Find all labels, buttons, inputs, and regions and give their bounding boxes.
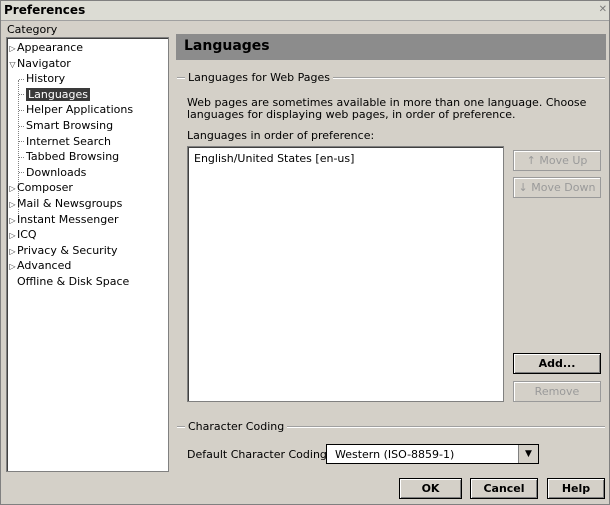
add-button[interactable]: Add... <box>513 353 601 374</box>
tree-item-label: Advanced <box>17 259 72 273</box>
order-label: Languages in order of preference: <box>187 129 375 142</box>
list-item[interactable]: English/United States [en-us] <box>194 152 354 165</box>
tree-connector <box>19 109 24 111</box>
tree-item[interactable]: History <box>19 71 65 86</box>
cancel-button[interactable]: Cancel <box>470 478 538 499</box>
expand-arrow-icon[interactable]: ▷ <box>8 213 17 228</box>
languages-list[interactable]: English/United States [en-us] <box>187 146 504 402</box>
tree-item-label: Downloads <box>26 165 87 179</box>
tree-item-label: Appearance <box>17 41 84 54</box>
expand-arrow-icon[interactable]: ▷ <box>8 197 17 212</box>
move-up-button[interactable]: ↑ Move Up <box>513 150 601 171</box>
remove-button[interactable]: Remove <box>513 381 601 402</box>
tree-item[interactable]: Offline & Disk Space <box>8 274 129 289</box>
tree-item[interactable]: ▽Navigator <box>8 56 71 72</box>
tree-item-label: Instant Messenger <box>17 212 119 226</box>
tree-item[interactable]: ▷ICQ <box>8 227 37 243</box>
category-label: Category <box>7 23 58 36</box>
tree-connector <box>19 125 24 127</box>
tree-item-label: Composer <box>17 181 73 195</box>
chevron-down-icon[interactable]: ▼ <box>518 445 538 463</box>
expand-arrow-icon[interactable]: ▷ <box>8 181 17 196</box>
move-down-button[interactable]: ↓ Move Down <box>513 177 601 198</box>
panel-title: Languages <box>184 38 270 54</box>
collapse-arrow-icon[interactable]: ▽ <box>8 57 17 72</box>
tree-connector <box>19 78 24 80</box>
tree-item-label: Internet Search <box>26 134 111 148</box>
tree-item-label: Offline & Disk Space <box>17 275 130 288</box>
tree-item[interactable]: Internet Search <box>19 134 111 149</box>
coding-group-label: Character Coding <box>185 420 288 433</box>
tree-item-label: Helper Applications <box>26 103 134 117</box>
tree-item[interactable]: ▷Advanced <box>8 258 71 273</box>
tree-connector <box>19 94 24 96</box>
move-down-icon: ↓ <box>518 181 528 194</box>
tree-item[interactable]: ▷Privacy & Security <box>8 243 118 259</box>
tree-item[interactable]: ▷Instant Messenger <box>8 212 119 228</box>
web-pages-group-label: Languages for Web Pages <box>185 71 333 84</box>
tree-item[interactable]: ▷Composer <box>8 180 73 196</box>
tree-item[interactable]: Tabbed Browsing <box>19 149 119 164</box>
expand-arrow-icon[interactable]: ▷ <box>8 259 17 274</box>
category-tree[interactable]: ▷Appearance ▽Navigator History Languages Hel… <box>6 37 169 472</box>
move-up-icon: ↑ <box>526 154 536 167</box>
tree-connector <box>19 172 24 174</box>
tree-item-label: History <box>26 72 66 86</box>
coding-value: Western (ISO-8859-1) <box>335 448 455 461</box>
panel-header: Languages <box>176 34 606 60</box>
help-button[interactable]: Help <box>547 478 605 499</box>
expand-arrow-icon[interactable]: ▷ <box>8 228 17 243</box>
close-icon[interactable]: ✕ <box>597 4 607 16</box>
tree-item-label: Smart Browsing <box>26 119 114 132</box>
title-bar: Preferences ✕ <box>1 1 609 21</box>
preferences-window: Preferences ✕ Category ▷Appearance ▽Navig… <box>0 0 610 505</box>
tree-item[interactable]: Languages <box>19 87 91 102</box>
tree-item[interactable]: ▷Mail & Newsgroups <box>8 196 122 211</box>
expand-arrow-icon[interactable]: ▷ <box>8 244 17 259</box>
ok-button[interactable]: OK <box>399 478 462 499</box>
languages-description: Web pages are sometimes available in mor… <box>187 96 587 121</box>
tree-item-label: Navigator <box>17 56 71 70</box>
coding-label: Default Character Coding: <box>187 448 331 461</box>
expand-arrow-icon[interactable]: ▷ <box>8 41 17 56</box>
window-title: Preferences <box>4 3 86 17</box>
tree-connector <box>19 141 24 143</box>
tree-item[interactable]: Helper Applications <box>19 102 133 117</box>
tree-item-label: Mail & Newsgroups <box>17 197 123 210</box>
tree-item-label: Languages <box>26 87 91 101</box>
tree-item-label: Privacy & Security <box>17 243 118 257</box>
tree-connector <box>19 156 24 158</box>
tree-item[interactable]: Downloads <box>19 165 86 180</box>
tree-item-label: ICQ <box>17 228 37 242</box>
tree-item[interactable]: ▷Appearance <box>8 40 83 55</box>
tree-item-label: Tabbed Browsing <box>26 150 120 164</box>
character-coding-select[interactable]: Western (ISO-8859-1) ▼ <box>326 444 539 464</box>
tree-item[interactable]: Smart Browsing <box>19 118 113 133</box>
